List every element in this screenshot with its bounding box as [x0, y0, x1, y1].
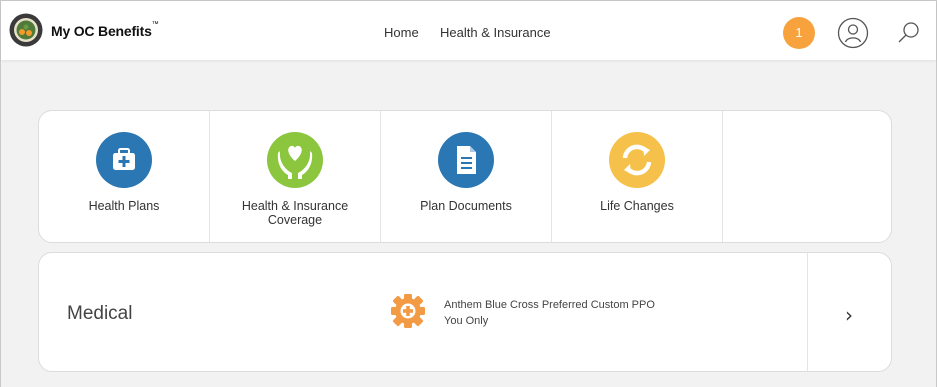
brand-text: My OC Benefits: [51, 23, 152, 39]
notification-badge[interactable]: 1: [783, 17, 815, 49]
tile-health-plans[interactable]: Health Plans: [39, 111, 210, 242]
medical-gear-icon: [390, 293, 426, 329]
trademark-mark: ™: [151, 21, 159, 28]
medical-kit-icon: [95, 131, 153, 189]
tile-plan-documents[interactable]: Plan Documents: [381, 111, 552, 242]
medical-plan-card[interactable]: Medical Anthem Blue Cross Preferred Cust…: [38, 252, 892, 372]
chevron-right-icon[interactable]: ›: [845, 303, 853, 327]
card-divider: [807, 253, 808, 371]
nav-health-insurance-link[interactable]: Health & Insurance: [440, 25, 551, 40]
brand-name[interactable]: My OC Benefits™: [51, 21, 159, 39]
nav-home-link[interactable]: Home: [384, 25, 419, 40]
tile-health-insurance-coverage[interactable]: Health & Insurance Coverage: [210, 111, 381, 242]
tile-label: Health & Insurance Coverage: [241, 199, 349, 227]
tile-label: Plan Documents: [420, 199, 512, 213]
medical-title: Medical: [67, 303, 133, 324]
tile-life-changes[interactable]: Life Changes: [552, 111, 723, 242]
document-icon: [437, 131, 495, 189]
site-header: My OC Benefits™ Home Health & Insurance …: [1, 1, 936, 60]
hands-heart-icon: [266, 131, 324, 189]
plan-name: Anthem Blue Cross Preferred Custom PPO: [444, 299, 655, 311]
quick-links-card: Health Plans Health & Insurance Coverage…: [38, 110, 892, 243]
refresh-icon: [608, 131, 666, 189]
user-icon[interactable]: [837, 17, 869, 49]
tile-label: Health Plans: [88, 199, 160, 213]
tile-label: Life Changes: [600, 199, 674, 213]
search-icon[interactable]: [895, 20, 921, 46]
county-seal-logo[interactable]: [9, 13, 43, 47]
plan-coverage: You Only: [444, 315, 489, 327]
tile-empty: [723, 111, 891, 242]
